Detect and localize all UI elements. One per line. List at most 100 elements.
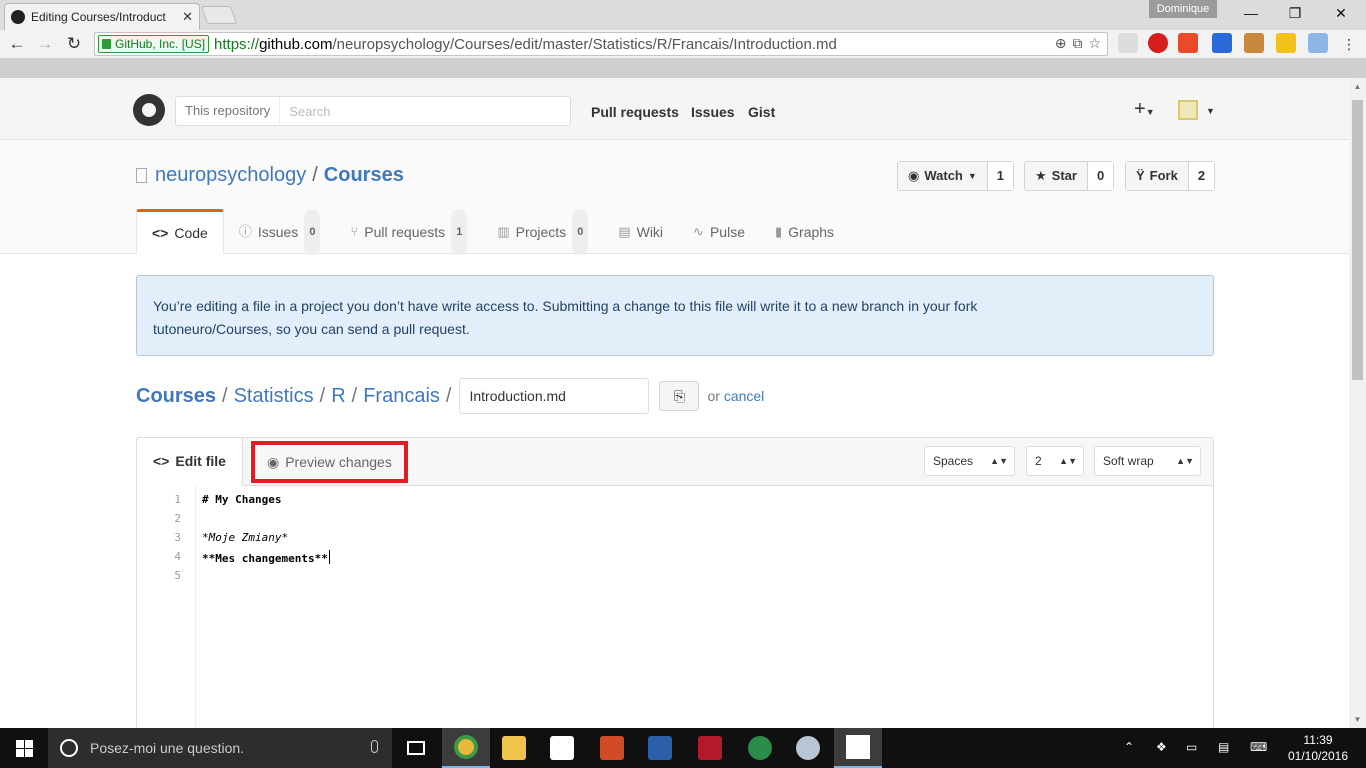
powerpoint-taskbar-app[interactable] <box>588 728 636 768</box>
extension-icon[interactable] <box>1244 33 1264 53</box>
github-logo-icon[interactable] <box>133 94 165 126</box>
line-number: 4 <box>174 550 181 563</box>
edit-tab-label: Edit file <box>175 453 226 469</box>
nav-pull-requests[interactable]: Pull requests <box>591 104 679 120</box>
new-menu-button[interactable]: +▼ <box>1134 98 1155 121</box>
task-view-button[interactable] <box>392 728 440 768</box>
scrollbar-thumb[interactable] <box>1352 100 1363 380</box>
scroll-up-icon[interactable]: ▲ <box>1349 78 1366 95</box>
extension-icon[interactable] <box>1276 33 1296 53</box>
breadcrumb-statistics[interactable]: Statistics <box>234 385 314 408</box>
explorer-taskbar-app[interactable] <box>490 728 538 768</box>
cortana-search[interactable]: Posez-moi une question. <box>48 728 392 768</box>
translate-icon[interactable]: ⧉ <box>1072 35 1082 52</box>
address-bar[interactable]: GitHub, Inc. [US] https://github.com/neu… <box>94 32 1108 56</box>
forward-icon[interactable]: → <box>34 33 56 55</box>
maximize-icon[interactable]: ❐ <box>1272 0 1318 26</box>
atom-taskbar-app[interactable] <box>736 728 784 768</box>
code-line[interactable]: *Moje Zmiany* <box>202 531 288 544</box>
breadcrumb-root[interactable]: Courses <box>136 385 216 408</box>
clipboard-icon[interactable]: ⎘ <box>659 381 700 411</box>
microphone-icon[interactable] <box>371 740 378 753</box>
nav-issues[interactable]: Issues <box>691 104 735 120</box>
cancel-link[interactable]: cancel <box>724 388 764 404</box>
url-text[interactable]: https://github.com/neuropsychology/Cours… <box>214 36 837 53</box>
browser-tab[interactable]: Editing Courses/Introduct ✕ <box>4 3 200 30</box>
indent-mode-select[interactable]: Spaces ▲▼ <box>924 446 1015 476</box>
reload-icon[interactable]: ↻ <box>63 33 85 55</box>
start-button[interactable] <box>0 728 48 768</box>
new-tab-button[interactable] <box>200 6 238 24</box>
tab-label: Pull requests <box>364 224 446 240</box>
tab-issues[interactable]: ⓘ Issues 0 <box>224 209 336 255</box>
repo-name-link[interactable]: Courses <box>324 164 404 187</box>
clock-time: 11:39 <box>1303 733 1333 747</box>
extension-icon[interactable] <box>1212 33 1232 53</box>
dropbox-tray-icon[interactable]: ❖ <box>1156 740 1167 754</box>
tab-edit-file[interactable]: <> Edit file <box>136 437 243 486</box>
chrome-taskbar-app[interactable] <box>442 728 490 768</box>
back-icon[interactable]: ← <box>6 33 28 55</box>
fork-button[interactable]: Ÿ Fork <box>1126 162 1189 190</box>
paint-taskbar-app[interactable] <box>784 728 832 768</box>
weather-extension-icon[interactable] <box>1178 33 1198 53</box>
breadcrumb-francais[interactable]: Francais <box>363 385 440 408</box>
minimize-icon[interactable]: — <box>1228 0 1274 26</box>
filename-input[interactable]: Introduction.md <box>459 378 650 414</box>
star-icon: ★ <box>1035 168 1047 183</box>
windows-logo-icon <box>25 740 33 748</box>
file-editor: <> Edit file ◉ Preview changes Spaces ▲▼ 2 ▲… <box>136 437 1214 728</box>
battery-icon[interactable]: ▭ <box>1186 740 1197 754</box>
fork-notice: You’re editing a file in a project you d… <box>136 275 1214 356</box>
word-taskbar-app[interactable] <box>636 728 684 768</box>
book-icon: ▤ <box>618 224 631 239</box>
keyboard-icon[interactable]: ⌨ <box>1250 740 1267 754</box>
browser-toolbar: ← → ↻ GitHub, Inc. [US] https://github.c… <box>0 30 1366 58</box>
code-line[interactable]: **Mes changements** <box>202 550 330 565</box>
dropbox-extension-icon[interactable] <box>1308 33 1328 53</box>
star-icon[interactable]: ☆ <box>1088 35 1101 52</box>
chevron-down-icon[interactable]: ▼ <box>1206 106 1215 116</box>
tab-graphs[interactable]: ▮ Graphs <box>760 209 849 255</box>
repo-owner-link[interactable]: neuropsychology <box>155 164 306 187</box>
windows-taskbar: Posez-moi une question. ⌃ ❖ ▭ ▤ ⌨ 11:39 … <box>0 728 1366 768</box>
photos-taskbar-app[interactable] <box>834 728 882 768</box>
star-button[interactable]: ★ Star <box>1025 162 1088 190</box>
close-window-icon[interactable]: ✕ <box>1318 0 1364 26</box>
code-line[interactable]: # My Changes <box>202 493 281 506</box>
chevron-up-icon[interactable]: ⌃ <box>1124 740 1134 754</box>
tab-preview-changes[interactable]: ◉ Preview changes <box>251 441 408 483</box>
security-badge[interactable]: GitHub, Inc. [US] <box>98 35 210 53</box>
menu-icon[interactable]: ⋮ <box>1338 33 1360 55</box>
tab-pull-requests[interactable]: ⑂ Pull requests 1 <box>335 209 482 255</box>
clock[interactable]: 11:39 01/10/2016 <box>1280 732 1356 764</box>
indent-size-select[interactable]: 2 ▲▼ <box>1026 446 1084 476</box>
close-tab-icon[interactable]: ✕ <box>182 9 193 25</box>
nav-gist[interactable]: Gist <box>748 104 775 120</box>
star-count[interactable]: 0 <box>1087 162 1114 190</box>
search-input[interactable]: Search <box>280 104 330 119</box>
watch-count[interactable]: 1 <box>987 162 1014 190</box>
profile-button[interactable]: Dominique <box>1149 0 1217 18</box>
tab-code[interactable]: <> Code <box>136 209 224 255</box>
watch-button[interactable]: ◉ Watch ▼ <box>898 162 988 190</box>
fork-count[interactable]: 2 <box>1188 162 1215 190</box>
fork-button-group: Ÿ Fork 2 <box>1125 161 1216 191</box>
search-box[interactable]: This repository Search <box>175 96 571 126</box>
opera-extension-icon[interactable] <box>1148 33 1168 53</box>
shield-extension-icon[interactable] <box>1118 33 1138 53</box>
cancel-text: or cancel <box>707 388 764 404</box>
notice-line-2: tutoneuro/Courses, so you can send a pul… <box>153 321 470 337</box>
scroll-down-icon[interactable]: ▼ <box>1349 711 1366 728</box>
tab-pulse[interactable]: ∿ Pulse <box>678 209 760 255</box>
tab-projects[interactable]: ▥ Projects 0 <box>482 209 603 255</box>
breadcrumb-r[interactable]: R <box>331 385 345 408</box>
avatar[interactable] <box>1178 100 1198 120</box>
mendeley-taskbar-app[interactable] <box>686 728 734 768</box>
notification-icon[interactable]: ▤ <box>1218 740 1229 754</box>
tab-wiki[interactable]: ▤ Wiki <box>603 209 678 255</box>
wrap-mode-select[interactable]: Soft wrap ▲▼ <box>1094 446 1201 476</box>
zoom-icon[interactable]: ⊕ <box>1055 35 1067 52</box>
page-scrollbar[interactable]: ▲ ▼ <box>1349 78 1366 728</box>
store-taskbar-app[interactable] <box>538 728 586 768</box>
